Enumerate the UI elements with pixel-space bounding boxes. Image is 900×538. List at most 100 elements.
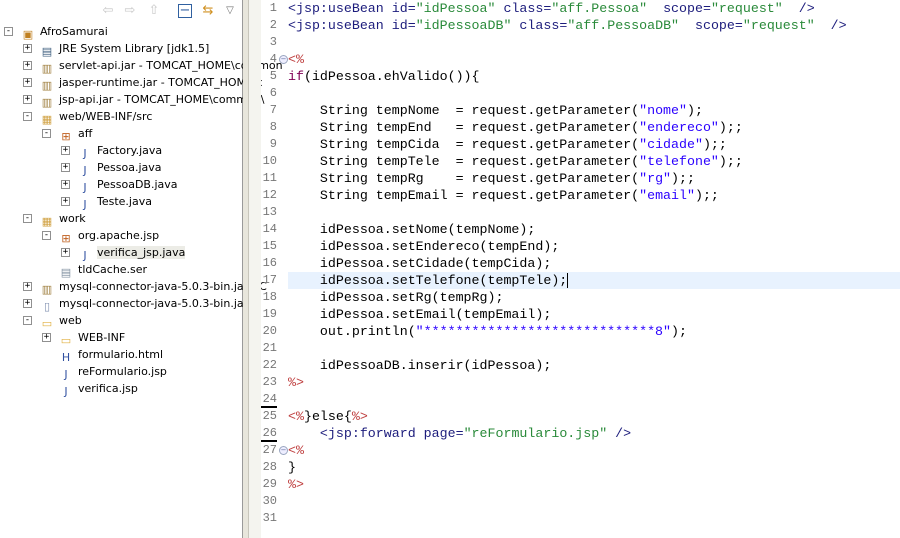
tree-item-label: PessoaDB.java bbox=[97, 178, 178, 191]
expand-icon[interactable]: + bbox=[23, 282, 32, 291]
tree-item[interactable]: ▦ work bbox=[39, 210, 86, 228]
code-token: <% bbox=[288, 443, 304, 458]
up-icon[interactable]: ⇧ bbox=[146, 3, 162, 19]
collapse-icon[interactable]: - bbox=[23, 112, 32, 121]
collapse-icon[interactable]: - bbox=[23, 214, 32, 223]
fold-toggle-icon[interactable]: − bbox=[279, 446, 288, 455]
expand-icon[interactable]: + bbox=[23, 44, 32, 53]
tree-item[interactable]: J Factory.java bbox=[77, 142, 162, 160]
tree-item[interactable]: JreFormulario.jsp bbox=[58, 363, 167, 381]
code-line[interactable] bbox=[288, 85, 900, 102]
code-line[interactable] bbox=[288, 493, 900, 510]
collapse-icon[interactable]: - bbox=[4, 27, 13, 36]
collapse-icon[interactable]: - bbox=[42, 129, 51, 138]
code-line[interactable] bbox=[288, 391, 900, 408]
collapse-all-icon[interactable]: − bbox=[178, 4, 192, 18]
expand-icon[interactable]: + bbox=[23, 61, 32, 70]
code-line[interactable]: idPessoa.setNome(tempNome); bbox=[288, 221, 900, 238]
code-line[interactable] bbox=[288, 340, 900, 357]
forward-icon[interactable]: ⇨ bbox=[122, 3, 138, 19]
expand-icon[interactable]: + bbox=[23, 95, 32, 104]
tree-item[interactable]: ▤ JRE System Library [jdk1.5] bbox=[39, 40, 210, 58]
code-line[interactable]: idPessoa.setEmail(tempEmail); bbox=[288, 306, 900, 323]
tree-item[interactable]: Jverifica.jsp bbox=[58, 380, 138, 398]
expand-icon[interactable]: + bbox=[61, 146, 70, 155]
code-line[interactable]: if(idPessoa.ehValido()){ bbox=[288, 68, 900, 85]
tree-item[interactable]: ▥ jsp-api.jar - TOMCAT_HOME\common\ bbox=[39, 91, 265, 109]
back-icon[interactable]: ⇦ bbox=[100, 3, 116, 19]
expand-icon[interactable]: + bbox=[61, 180, 70, 189]
tree-item-label: AfroSamurai bbox=[40, 25, 108, 38]
line-number: 19 bbox=[262, 307, 277, 321]
collapse-icon[interactable]: - bbox=[42, 231, 51, 240]
code-token: "idPessoa" bbox=[415, 1, 496, 16]
code-line[interactable]: String tempEnd = request.getParameter("e… bbox=[288, 119, 900, 136]
tree-item-label: web/WEB-INF/src bbox=[59, 110, 153, 123]
expand-icon[interactable]: + bbox=[61, 163, 70, 172]
code-line[interactable]: <%}else{%> bbox=[288, 408, 900, 425]
expand-icon[interactable]: + bbox=[61, 248, 70, 257]
line-number: 25 bbox=[262, 409, 277, 423]
code-line[interactable]: %> bbox=[288, 476, 900, 493]
code-line[interactable]: String tempTele = request.getParameter("… bbox=[288, 153, 900, 170]
tree-item-label: org.apache.jsp bbox=[78, 229, 160, 242]
code-line[interactable]: String tempCida = request.getParameter("… bbox=[288, 136, 900, 153]
view-menu-icon[interactable]: ▽ bbox=[222, 3, 238, 19]
tree-item[interactable]: Jverifica_jsp.java bbox=[77, 244, 186, 262]
code-token: String tempRg = request.getParameter( bbox=[288, 171, 640, 186]
code-line[interactable]: <% bbox=[288, 442, 900, 459]
code-line[interactable]: String tempRg = request.getParameter("rg… bbox=[288, 170, 900, 187]
code-line[interactable]: <jsp:useBean id="idPessoa" class="aff.Pe… bbox=[288, 0, 900, 17]
code-line[interactable] bbox=[288, 34, 900, 51]
jsp-editor[interactable]: 1 <jsp:useBean id="idPessoa" class="aff.P… bbox=[261, 0, 900, 538]
tree-item[interactable]: ▭ web bbox=[39, 312, 82, 330]
code-token: class= bbox=[495, 1, 552, 16]
code-line[interactable]: <jsp:forward page="reFormulario.jsp" /> bbox=[288, 425, 900, 442]
code-line[interactable] bbox=[288, 510, 900, 527]
code-line[interactable]: idPessoa.setRg(tempRg); bbox=[288, 289, 900, 306]
tree-item[interactable]: ⊞ org.apache.jsp bbox=[58, 227, 160, 245]
code-line[interactable]: out.println("***************************… bbox=[288, 323, 900, 340]
expand-icon[interactable]: + bbox=[23, 78, 32, 87]
expand-icon[interactable]: + bbox=[42, 333, 51, 342]
code-line[interactable]: <jsp:useBean id="idPessoaDB" class="aff.… bbox=[288, 17, 900, 34]
code-token: String tempEmail = request.getParameter( bbox=[288, 188, 640, 203]
tree-item[interactable]: ▥ jasper-runtime.jar - TOMCAT_HOME\c bbox=[39, 74, 263, 92]
code-line[interactable]: } bbox=[288, 459, 900, 476]
line-number: 24 bbox=[261, 392, 277, 408]
tree-item[interactable]: ▯ mysql-connector-java-5.0.3-bin.jar bbox=[39, 295, 248, 313]
code-line[interactable]: <% bbox=[288, 51, 900, 68]
tree-item[interactable]: ⊞ aff bbox=[58, 125, 92, 143]
code-line[interactable]: idPessoa.setEndereco(tempEnd); bbox=[288, 238, 900, 255]
tree-item[interactable]: ▥ mysql-connector-java-5.0.3-bin.jar - C bbox=[39, 278, 267, 296]
code-line[interactable]: idPessoa.setCidade(tempCida); bbox=[288, 255, 900, 272]
code-token: "endereco" bbox=[639, 120, 719, 135]
tree-item[interactable]: ▦ web/WEB-INF/src bbox=[39, 108, 153, 126]
expand-icon[interactable]: + bbox=[23, 299, 32, 308]
code-token: "request" bbox=[742, 18, 815, 33]
line-number: 10 bbox=[262, 154, 277, 168]
tree-item[interactable]: ▤ tldCache.ser bbox=[58, 261, 147, 279]
code-line[interactable]: String tempEmail = request.getParameter(… bbox=[288, 187, 900, 204]
tree-item[interactable]: J Teste.java bbox=[77, 193, 152, 211]
package-explorer-toolbar: ⇦ ⇨ ⇧ − ⇆ ▽ bbox=[0, 0, 242, 22]
tree-item[interactable]: J Pessoa.java bbox=[77, 159, 162, 177]
collapse-icon[interactable]: - bbox=[23, 316, 32, 325]
tree-item[interactable]: ▣ AfroSamurai bbox=[20, 23, 108, 41]
tree-item[interactable]: Hformulario.html bbox=[58, 346, 163, 364]
code-line[interactable]: %> bbox=[288, 374, 900, 391]
code-line[interactable] bbox=[288, 204, 900, 221]
tree-item-label: Pessoa.java bbox=[97, 161, 162, 174]
link-with-editor-icon[interactable]: ⇆ bbox=[200, 3, 216, 19]
code-line[interactable]: idPessoa.setTelefone(tempTele); bbox=[288, 272, 900, 289]
fold-toggle-icon[interactable]: − bbox=[279, 55, 288, 64]
line-number: 14 bbox=[262, 222, 277, 236]
code-line[interactable]: String tempNome = request.getParameter("… bbox=[288, 102, 900, 119]
expand-icon[interactable]: + bbox=[61, 197, 70, 206]
tree-item[interactable]: ▭ WEB-INF bbox=[58, 329, 125, 347]
tree-item-label: verifica.jsp bbox=[78, 382, 138, 395]
code-line[interactable]: idPessoaDB.inserir(idPessoa); bbox=[288, 357, 900, 374]
line-number: 7 bbox=[269, 103, 277, 117]
tree-item[interactable]: J PessoaDB.java bbox=[77, 176, 178, 194]
tree-item-label: JRE System Library [jdk1.5] bbox=[59, 42, 210, 55]
